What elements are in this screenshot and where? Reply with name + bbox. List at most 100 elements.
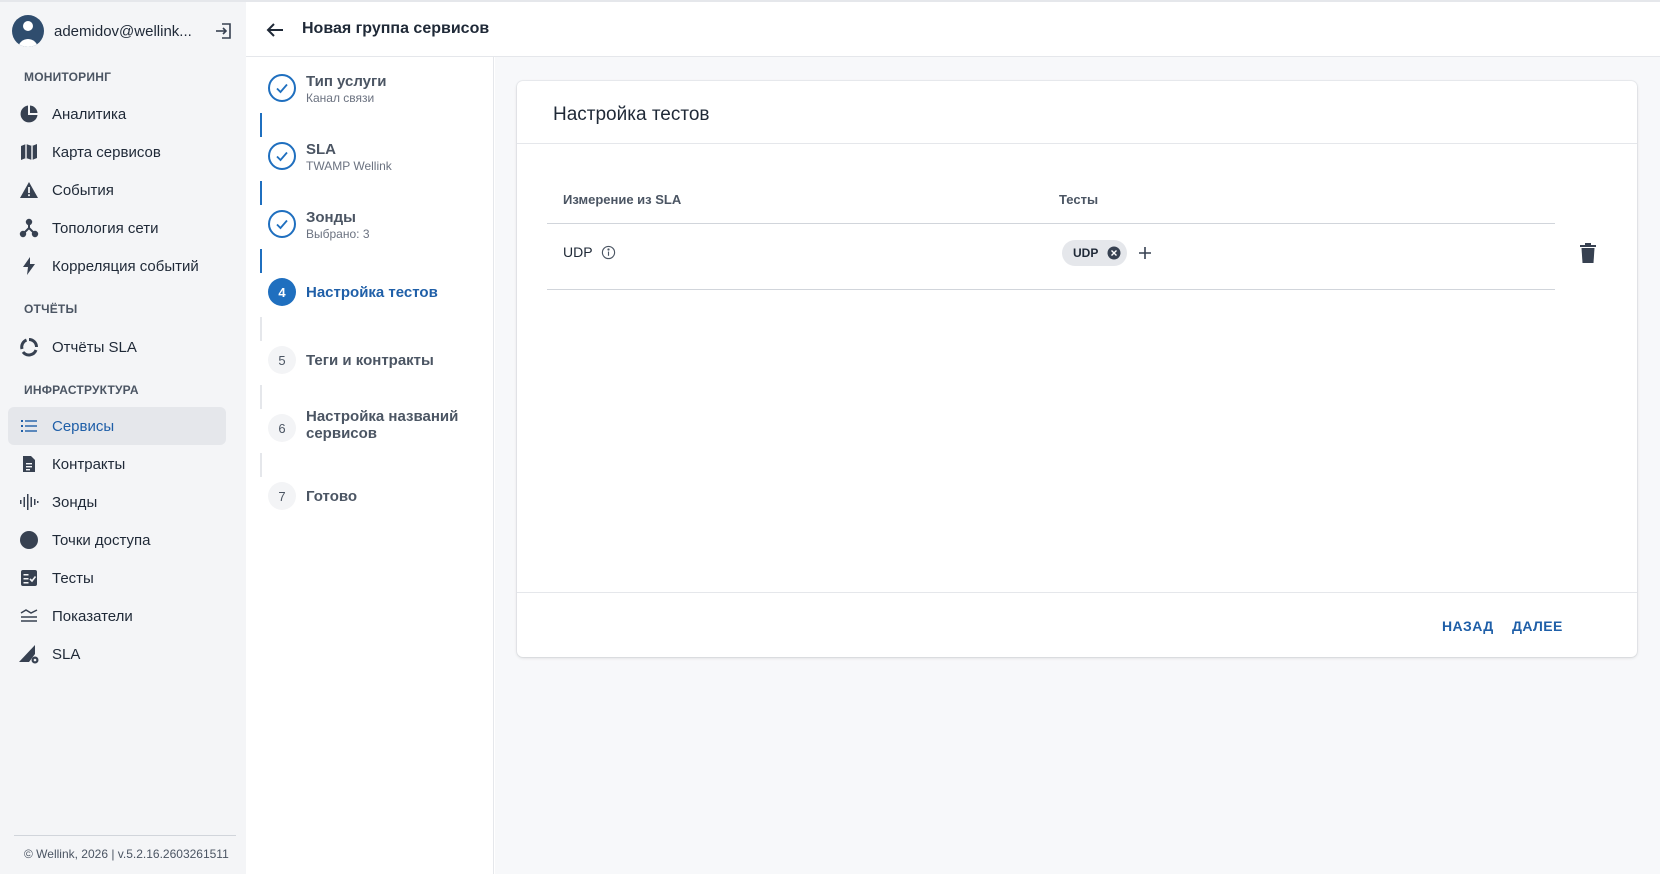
step-connector <box>260 113 262 137</box>
sidebar: ademidov@wellink... МОНИТОРИНГ Аналитика… <box>0 2 246 874</box>
sidebar-item-sla[interactable]: SLA <box>8 635 226 673</box>
column-header-tests: Тесты <box>1059 192 1099 207</box>
step-title: Тип услуги <box>306 73 387 90</box>
table-row-divider <box>547 289 1555 290</box>
step-connector <box>260 317 262 341</box>
card-divider <box>517 143 1637 144</box>
card-title: Настройка тестов <box>553 104 710 125</box>
step-number: 5 <box>268 346 296 374</box>
step-number: 6 <box>268 414 296 442</box>
table-header-divider <box>547 223 1555 224</box>
back-button[interactable]: НАЗАД <box>1442 618 1494 634</box>
step-title: SLA <box>306 141 336 158</box>
step-tags-contracts[interactable]: 5 Теги и контракты <box>268 346 488 386</box>
step-title: Настройка названий сервисов <box>306 408 459 442</box>
sidebar-item-service-map[interactable]: Карта сервисов <box>8 133 226 171</box>
step-service-names[interactable]: 6 Настройка названий сервисов <box>268 408 488 454</box>
step-connector <box>260 249 262 273</box>
sidebar-item-label: Отчёты SLA <box>52 338 137 356</box>
section-title-reports: ОТЧЁТЫ <box>24 302 78 316</box>
donut-icon <box>18 336 40 358</box>
step-title: Зонды <box>306 209 356 226</box>
check-icon <box>268 142 296 170</box>
sidebar-item-event-correlation[interactable]: Корреляция событий <box>8 247 226 285</box>
sidebar-item-probes[interactable]: Зонды <box>8 483 226 521</box>
topology-icon <box>18 217 40 239</box>
map-icon <box>18 141 40 163</box>
warning-icon <box>18 179 40 201</box>
sidebar-item-topology[interactable]: Топология сети <box>8 209 226 247</box>
sidebar-item-label: Тесты <box>52 569 94 587</box>
sidebar-item-access-points[interactable]: Точки доступа <box>8 521 226 559</box>
pie-chart-icon <box>18 103 40 125</box>
step-subtitle: Выбрано: 3 <box>306 227 370 241</box>
sidebar-item-contracts[interactable]: Контракты <box>8 445 226 483</box>
step-test-settings[interactable]: 4 Настройка тестов <box>268 278 488 318</box>
step-number: 4 <box>268 278 296 306</box>
step-service-type[interactable]: Тип услуги Канал связи <box>268 73 488 114</box>
section-title-infrastructure: ИНФРАСТРУКТУРА <box>24 383 139 397</box>
sidebar-item-label: Корреляция событий <box>52 257 199 275</box>
step-number: 7 <box>268 482 296 510</box>
page-header: Новая группа сервисов <box>246 2 1660 57</box>
measurement-cell: UDP <box>563 244 593 260</box>
avatar-icon <box>12 15 44 47</box>
step-subtitle: Канал связи <box>306 91 375 105</box>
sidebar-item-label: Зонды <box>52 493 98 511</box>
page-title: Новая группа сервисов <box>302 20 490 37</box>
sidebar-item-label: События <box>52 181 114 199</box>
user-name: ademidov@wellink... <box>54 22 192 40</box>
circle-icon <box>18 529 40 551</box>
card-footer-divider <box>517 592 1637 593</box>
sidebar-item-label: Аналитика <box>52 105 127 123</box>
sidebar-item-label: Показатели <box>52 607 133 625</box>
next-button[interactable]: ДАЛЕЕ <box>1512 618 1563 634</box>
step-sla[interactable]: SLA TWAMP Wellink <box>268 141 488 182</box>
lightning-icon <box>18 255 40 277</box>
column-header-measurement: Измерение из SLA <box>563 192 682 207</box>
back-arrow-icon[interactable] <box>264 19 286 41</box>
list-icon <box>18 415 40 437</box>
step-connector <box>260 385 262 409</box>
checklist-icon <box>18 567 40 589</box>
sidebar-item-metrics[interactable]: Показатели <box>8 597 226 635</box>
section-title-monitoring: МОНИТОРИНГ <box>24 70 112 84</box>
metrics-icon <box>18 605 40 627</box>
delete-row-icon[interactable] <box>1577 241 1599 265</box>
add-test-icon[interactable] <box>1136 244 1154 262</box>
waveform-icon <box>18 491 40 513</box>
user-row[interactable]: ademidov@wellink... <box>12 14 234 48</box>
sidebar-item-label: Контракты <box>52 455 126 473</box>
footer-divider <box>14 835 236 836</box>
step-title: Готово <box>306 488 358 505</box>
sidebar-item-label: Точки доступа <box>52 531 151 549</box>
sidebar-item-services[interactable]: Сервисы <box>8 407 226 445</box>
sidebar-item-label: Карта сервисов <box>52 143 161 161</box>
step-probes[interactable]: Зонды Выбрано: 3 <box>268 209 488 250</box>
sidebar-item-label: Сервисы <box>52 417 115 435</box>
sla-gear-icon <box>18 643 40 665</box>
test-chip[interactable]: UDP <box>1062 240 1127 266</box>
sidebar-item-label: SLA <box>52 645 81 663</box>
step-connector <box>260 453 262 477</box>
step-title: Теги и контракты <box>306 352 434 369</box>
remove-chip-icon[interactable] <box>1107 246 1121 260</box>
test-settings-card: Настройка тестов Измерение из SLA Тесты … <box>517 81 1637 657</box>
wizard-stepper: Тип услуги Канал связи SLA TWAMP Wellink… <box>246 57 494 874</box>
step-title: Настройка тестов <box>306 284 438 301</box>
step-done[interactable]: 7 Готово <box>268 482 488 522</box>
check-icon <box>268 210 296 238</box>
check-icon <box>268 74 296 102</box>
step-connector <box>260 181 262 205</box>
sidebar-item-sla-reports[interactable]: Отчёты SLA <box>8 328 226 366</box>
info-icon[interactable] <box>601 245 616 260</box>
sidebar-item-tests[interactable]: Тесты <box>8 559 226 597</box>
document-icon <box>18 453 40 475</box>
sidebar-item-label: Топология сети <box>52 219 159 237</box>
sidebar-item-events[interactable]: События <box>8 171 226 209</box>
sidebar-item-analytics[interactable]: Аналитика <box>8 95 226 133</box>
logout-icon[interactable] <box>214 21 234 41</box>
main-content: Настройка тестов Измерение из SLA Тесты … <box>495 57 1660 874</box>
chip-label: UDP <box>1073 246 1099 260</box>
footer-text: © Wellink, 2026 | v.5.2.16.2603261511 <box>24 847 229 861</box>
